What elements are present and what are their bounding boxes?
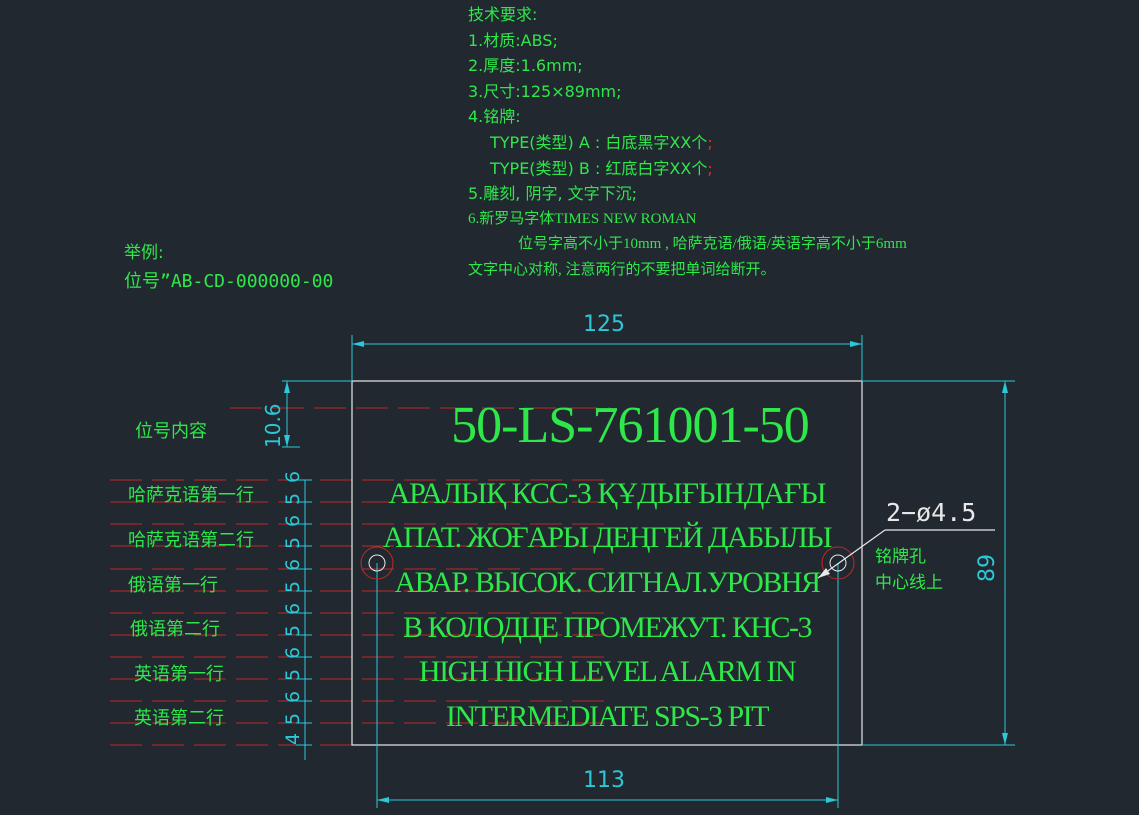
plate-tag: 50-LS-761001-50 [451,397,810,454]
dimension-hole-spacing: 113 [583,768,625,793]
row-label-kazakh-1: 哈萨克语第一行 [128,485,254,506]
spacing-value: 6 [282,470,304,483]
plate-line: В КОЛОДЦЕ ПРОМЕЖУТ. КНС-3 [403,611,813,644]
spacing-value: 5 [282,536,304,549]
spacing-value: 6 [282,558,304,571]
dimension-height: 89 [975,554,1000,582]
spacing-value: 4 [282,732,304,745]
row-label-english-2: 英语第二行 [134,708,224,729]
plate-line: АВАР. ВЫСОК. СИГНАЛ.УРОВНЯ [394,566,821,599]
line-spacing-chain: 4 5 6 5 6 5 6 5 6 5 6 5 6 [282,461,304,745]
plate-line: АРАЛЫҚ КСС-3 ҚҰДЫҒЫНДАҒЫ [388,477,826,510]
dimension-width: 125 [583,312,625,337]
spacing-value: 5 [282,712,304,725]
hole-note-line2: 中心线上 [875,573,943,593]
row-label-russian-2: 俄语第二行 [130,619,220,640]
spacing-value: 5 [282,624,304,637]
row-label-english-1: 英语第一行 [134,664,224,685]
hole-callout: 2−ø4.5 [886,498,977,527]
spacing-value: 6 [282,646,304,659]
row-label-kazakh-2: 哈萨克语第二行 [128,530,254,551]
plate-line: АПАТ. ЖОҒАРЫ ДЕҢГЕЙ ДАБЫЛЫ [382,521,833,554]
spacing-value: 5 [282,580,304,593]
spacing-value: 5 [282,492,304,505]
plate-line: INTERMEDIATE SPS-3 PIT [445,700,770,733]
dimension-top-margin: 10.6 [261,403,285,448]
hole-note-line1: 铭牌孔 [875,547,926,567]
spacing-value: 6 [282,690,304,703]
row-label-tag: 位号内容 [135,421,207,442]
row-label-russian-1: 俄语第一行 [128,575,218,596]
spacing-value: 6 [282,514,304,527]
spacing-value: 6 [282,602,304,615]
plate-line: HIGH HIGH LEVEL ALARM IN [418,655,797,688]
spacing-value: 5 [282,668,304,681]
